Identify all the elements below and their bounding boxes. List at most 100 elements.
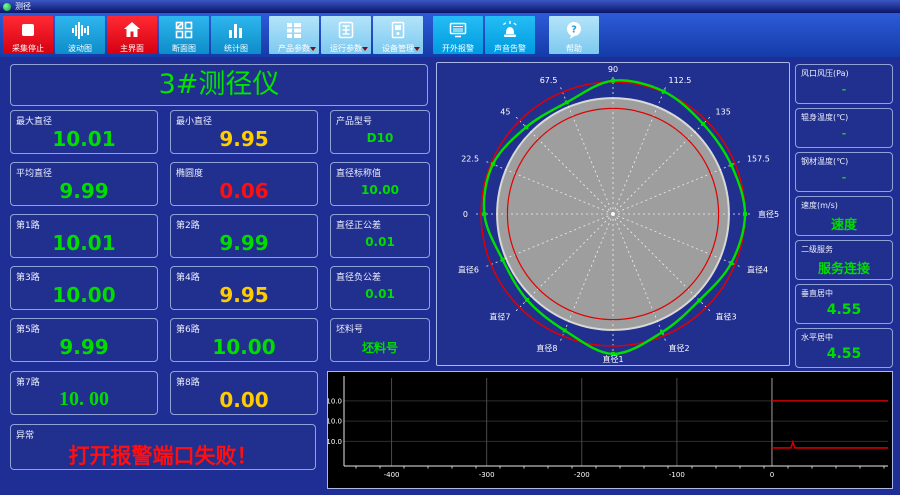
toolbar-button-label: 断面图 <box>172 44 196 53</box>
field-label: 第3路 <box>16 273 40 283</box>
field-box-第6路: 第6路 10.00 <box>170 318 318 362</box>
field-label: 直径标称值 <box>336 169 382 179</box>
home-icon <box>122 20 142 40</box>
dropdown-arrow-icon[interactable] <box>310 47 316 51</box>
status-label: 辊身温度(℃) <box>801 113 849 122</box>
field-value: 9.95 <box>219 127 269 151</box>
toolbar-button-label: 主界面 <box>120 44 144 53</box>
dropdown-arrow-icon[interactable] <box>362 47 368 51</box>
field-value: 0.01 <box>365 235 395 249</box>
field-label: 第6路 <box>176 325 200 335</box>
trend-chart: 10.0 10.0 10.0 -400 -300 -200 -100 0 <box>326 372 892 488</box>
toolbar-button-label: 运行参数 <box>330 44 362 53</box>
polar-spoke-label: 90 <box>608 65 618 74</box>
toolbar-button-label: 设备管理 <box>382 44 414 53</box>
field-label: 产品型号 <box>336 117 373 127</box>
siren-icon <box>500 20 520 40</box>
status-label: 速度(m/s) <box>801 201 838 210</box>
field-label: 最小直径 <box>176 117 213 127</box>
toolbar-button-label: 声音告警 <box>494 44 526 53</box>
device-icon <box>388 20 408 40</box>
status-label: 钢材温度(℃) <box>801 157 849 166</box>
alarm-message: 打开报警端口失败！ <box>68 444 258 468</box>
status-value: 服务连接 <box>817 262 870 277</box>
trend-xtick-label: -300 <box>479 471 495 479</box>
field-value: 9.99 <box>219 231 269 255</box>
status-label: 水平居中 <box>801 333 833 342</box>
field-label: 平均直径 <box>16 169 53 179</box>
toolbar-button-5[interactable]: 统计图 <box>211 16 261 54</box>
field-value: 0.06 <box>219 179 269 203</box>
field-value: 9.99 <box>59 335 109 359</box>
polar-spoke-label: 22.5 <box>461 155 479 164</box>
status-box-垂直居中: 垂直居中 4.55 <box>795 284 893 324</box>
toolbar-button-4[interactable]: 断面图 <box>159 16 209 54</box>
field-label: 第2路 <box>176 221 200 231</box>
field-label: 第4路 <box>176 273 200 283</box>
section-profile-panel: 直径5 157.5 135 112.5 90 67.5 45 22.5 0 直径6 直径7 直径8 直径… <box>436 62 790 366</box>
status-value: - <box>841 127 847 140</box>
field-box-椭圆度: 椭圆度 0.06 <box>170 162 318 206</box>
stop-icon <box>18 20 38 40</box>
help-icon: ? <box>564 20 584 40</box>
field-box-直径负公差: 直径负公差 0.01 <box>330 266 430 310</box>
dropdown-arrow-icon[interactable] <box>414 47 420 51</box>
field-box-直径标称值: 直径标称值 10.00 <box>330 162 430 206</box>
keypad-icon <box>336 20 356 40</box>
gauge-title-box: 3#测径仪 <box>10 64 428 106</box>
polar-spoke-label: 直径4 <box>747 264 768 274</box>
status-label: 二级服务 <box>801 245 833 254</box>
status-label: 垂直居中 <box>801 289 833 298</box>
polar-spoke-label: 67.5 <box>540 76 558 85</box>
toolbar-button-1[interactable]: 采集停止 <box>3 16 53 54</box>
polar-spoke-label: 直径6 <box>458 264 479 274</box>
toolbar-button-label: 产品参数 <box>278 44 310 53</box>
field-value: 10.01 <box>52 127 116 151</box>
toolbar-button-2[interactable]: 波动图 <box>55 16 105 54</box>
polar-spoke-label: 135 <box>716 107 731 116</box>
status-panel: 风口风压(Pa) - 辊身温度(℃) - 钢材温度(℃) - 速度(m/s) 速度 二级服务 服务… <box>795 62 893 370</box>
status-box-速度(m/s): 速度(m/s) 速度 <box>795 196 893 236</box>
grid-icon <box>284 20 304 40</box>
toolbar-button-6[interactable]: 产品参数 <box>269 16 319 54</box>
status-value: 4.55 <box>826 346 862 362</box>
section-profile-chart: 直径5 157.5 135 112.5 90 67.5 45 22.5 0 直径6 直径7 直径8 直径… <box>458 65 779 364</box>
svg-text:?: ? <box>571 24 577 35</box>
toolbar-button-label: 采集停止 <box>12 44 44 53</box>
toolbar-button-7[interactable]: 运行参数 <box>321 16 371 54</box>
status-value: 4.55 <box>826 302 862 318</box>
field-box-最小直径: 最小直径 9.95 <box>170 110 318 154</box>
trend-ytick-label: 10.0 <box>328 418 342 426</box>
field-value: 0.01 <box>365 287 395 301</box>
field-value: 0.00 <box>219 388 269 412</box>
field-box-第5路: 第5路 9.99 <box>10 318 158 362</box>
field-label: 直径负公差 <box>336 273 382 283</box>
field-value: D10 <box>366 131 394 145</box>
status-box-水平居中: 水平居中 4.55 <box>795 328 893 368</box>
polar-spoke-label: 112.5 <box>668 76 691 85</box>
field-value: 坯料号 <box>361 341 398 355</box>
status-box-二级服务: 二级服务服务连接 <box>795 240 893 280</box>
toolbar-button-3[interactable]: 主界面 <box>107 16 157 54</box>
toolbar-button-11[interactable]: ? 帮助 <box>549 16 599 54</box>
status-value: - <box>841 171 847 184</box>
toolbar-button-8[interactable]: 设备管理 <box>373 16 423 54</box>
toolbar-button-9[interactable]: 开外报警 <box>433 16 483 54</box>
field-label: 最大直径 <box>16 117 53 127</box>
toolbar-button-10[interactable]: 声音告警 <box>485 16 535 54</box>
status-value: - <box>841 83 847 96</box>
polar-spoke-label: 0 <box>463 210 468 219</box>
trend-xtick-label: -200 <box>574 471 590 479</box>
field-label: 椭圆度 <box>176 169 204 179</box>
field-value: 9.99 <box>59 179 109 203</box>
field-value: 10.00 <box>361 183 399 197</box>
polar-spoke-label: 157.5 <box>747 155 770 164</box>
field-box-产品型号: 产品型号 D10 <box>330 110 430 154</box>
trend-xtick-label: -100 <box>669 471 685 479</box>
field-value: 10. 00 <box>59 388 109 410</box>
polar-spoke-label: 直径5 <box>758 209 779 219</box>
trend-xtick-label: 0 <box>770 471 774 479</box>
polar-spoke-label: 直径3 <box>716 312 737 322</box>
trend-ytick-label: 10.0 <box>328 397 342 405</box>
field-box-坯料号: 坯料号 坯料号 <box>330 318 430 362</box>
